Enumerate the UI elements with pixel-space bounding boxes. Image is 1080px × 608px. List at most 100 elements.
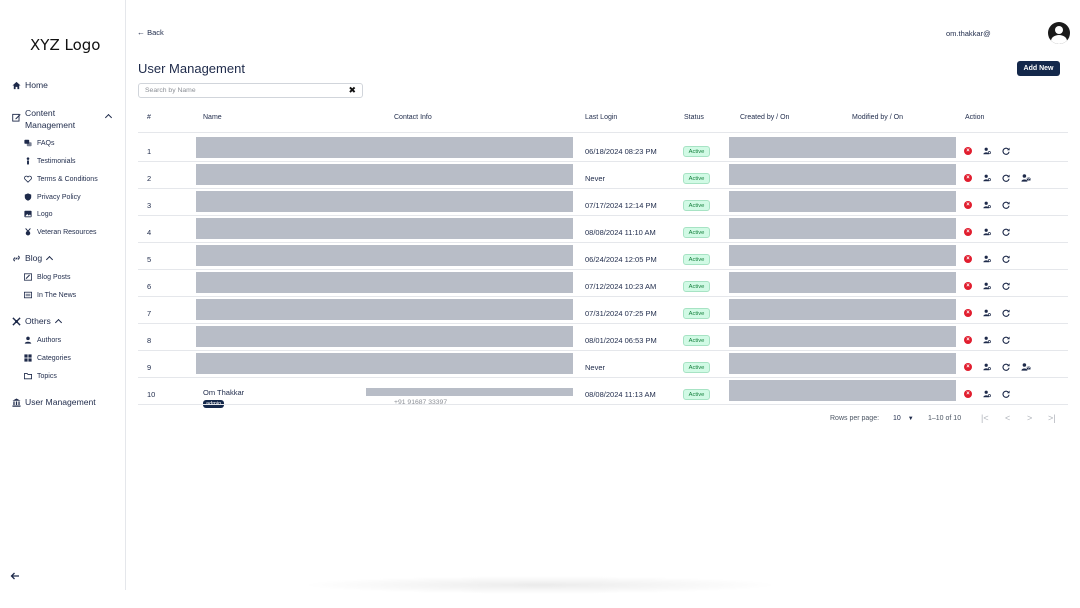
back-label: Back [147,28,164,37]
redacted-name-contact [196,191,573,212]
deactivate-icon[interactable]: × [964,201,972,209]
avatar[interactable] [1048,22,1070,44]
reset-password-icon[interactable] [1002,174,1010,182]
back-link[interactable]: ← Back [137,28,164,37]
deactivate-icon[interactable]: × [964,255,972,263]
user-settings-icon[interactable] [983,255,991,263]
rows-per-page-select[interactable]: 10 ▼ [893,415,914,422]
clear-icon[interactable]: ✖ [348,85,356,96]
user-settings-icon[interactable] [983,282,991,290]
reset-password-icon[interactable] [1002,282,1010,290]
sidebar-item-faqs[interactable]: FAQs [24,139,55,147]
resend-invite-icon[interactable] [1021,174,1031,182]
sidebar-item-in-the-news[interactable]: In The News [24,291,76,299]
arrow-left-icon[interactable] [10,571,20,584]
row-number: 2 [147,174,152,183]
sidebar-item-testimonials[interactable]: Testimonials [24,157,76,165]
search-input[interactable] [145,87,340,94]
status-badge: Active [683,173,710,184]
divider [138,161,1068,162]
rows-per-page-label: Rows per page: [830,415,880,422]
search-box: ✖ [138,83,363,98]
user-settings-icon[interactable] [983,174,991,182]
deactivate-icon[interactable]: × [964,336,972,344]
deactivate-icon[interactable]: × [964,363,972,371]
user-icon [24,336,32,344]
reset-password-icon[interactable] [1002,147,1010,155]
add-new-button[interactable]: Add New [1017,61,1060,76]
deactivate-icon[interactable]: × [964,228,972,236]
sidebar-item-content-management[interactable]: Content Management [12,107,120,131]
sidebar-item-logo[interactable]: Logo [24,210,53,218]
sidebar-item-privacy-policy[interactable]: Privacy Policy [24,193,81,201]
redacted-created-modified [729,380,956,401]
chevron-up-icon[interactable] [104,113,113,122]
sidebar-item-authors[interactable]: Authors [24,336,61,344]
divider [138,215,1068,216]
user-settings-icon[interactable] [983,147,991,155]
sidebar-item-veteran-resources[interactable]: Veteran Resources [24,228,97,236]
sidebar-item-label: Testimonials [37,157,76,165]
reset-password-icon[interactable] [1002,201,1010,209]
chevron-up-icon[interactable] [46,255,54,264]
first-page-icon[interactable]: |< [981,413,989,423]
previous-page-icon[interactable]: < [1005,413,1010,423]
status-badge: Active [683,362,710,373]
status-badge: Active [683,281,710,292]
sidebar-item-home[interactable]: Home [12,80,48,90]
status-badge: Active [683,335,710,346]
reset-password-icon[interactable] [1002,363,1010,371]
last-login: 08/08/2024 11:13 AM [585,390,656,399]
sidebar-item-blog-posts[interactable]: Blog Posts [24,273,70,281]
status-badge: Active [683,254,710,265]
sidebar-item-topics[interactable]: Topics [24,372,57,380]
reset-password-icon[interactable] [1002,336,1010,344]
others-icon [12,316,21,326]
redacted-name-contact [196,299,573,320]
next-page-icon[interactable]: > [1027,413,1032,423]
sidebar-item-others[interactable]: Others [12,316,62,327]
deactivate-icon[interactable]: × [964,147,972,155]
sidebar-item-blog[interactable]: Blog [12,253,54,264]
sidebar-item-label: In The News [37,291,77,299]
chevron-up-icon[interactable] [54,318,62,327]
row-number: 6 [147,282,152,291]
sidebar-item-terms[interactable]: Terms & Conditions [24,175,98,183]
reset-password-icon[interactable] [1002,228,1010,236]
last-login: 07/17/2024 12:14 PM [585,201,657,210]
user-settings-icon[interactable] [983,201,991,209]
folder-icon [24,372,32,380]
row-number: 4 [147,228,152,237]
column-header-name: Name [203,114,222,121]
reset-password-icon[interactable] [1002,390,1010,398]
resend-invite-icon[interactable] [1021,363,1031,371]
user-settings-icon[interactable] [983,309,991,317]
medal-icon [24,228,32,236]
deactivate-icon[interactable]: × [964,390,972,398]
divider [138,323,1068,324]
user-settings-icon[interactable] [983,336,991,344]
last-page-icon[interactable]: >| [1048,413,1056,423]
redacted-created-modified [729,137,956,158]
deactivate-icon[interactable]: × [964,174,972,182]
user-settings-icon[interactable] [983,363,991,371]
avatar-head [1055,26,1063,34]
user-settings-icon[interactable] [983,228,991,236]
user-settings-icon[interactable] [983,390,991,398]
bank-icon [12,397,21,407]
status-badge: Active [683,227,710,238]
deactivate-icon[interactable]: × [964,309,972,317]
last-login: Never [585,174,606,183]
grid-icon [24,354,32,362]
reset-password-icon[interactable] [1002,309,1010,317]
status-badge: Active [683,308,710,319]
sidebar-item-user-management[interactable]: User Management [12,397,96,407]
redacted-created-modified [729,272,956,293]
redacted-created-modified [729,191,956,212]
reset-password-icon[interactable] [1002,255,1010,263]
edit-icon [12,113,21,122]
image-icon [24,210,32,218]
sidebar-item-categories[interactable]: Categories [24,354,71,362]
redacted-created-modified [729,245,956,266]
deactivate-icon[interactable]: × [964,282,972,290]
